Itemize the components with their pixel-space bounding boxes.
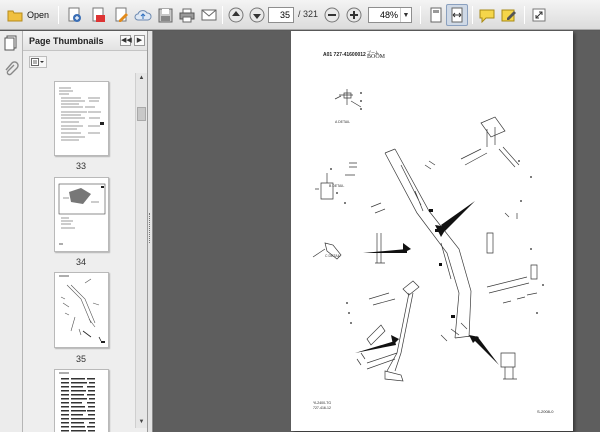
- zoom-in-button[interactable]: [343, 4, 365, 26]
- cloud-upload-button[interactable]: [132, 4, 154, 26]
- page-thumbnails-tab[interactable]: [3, 34, 20, 51]
- options-menu-icon: [31, 58, 44, 66]
- page-35-preview: [59, 275, 105, 343]
- previous-page-button[interactable]: [225, 4, 247, 26]
- save-icon: [158, 8, 172, 22]
- print-button[interactable]: [176, 4, 198, 26]
- fit-width-icon: [451, 7, 463, 23]
- paperclip-icon: [5, 61, 19, 76]
- thumbnail-number: 33: [75, 161, 86, 171]
- footer-page-code: S-2008-0: [537, 409, 554, 414]
- scrollbar-thumb[interactable]: [137, 107, 146, 121]
- full-screen-button[interactable]: [528, 4, 550, 26]
- attachments-tab[interactable]: [3, 61, 20, 78]
- document-view[interactable]: A01 727-41600012 ブーム BOOM A DETAIL B DET…: [154, 31, 600, 432]
- pdf-page: A01 727-41600012 ブーム BOOM A DETAIL B DET…: [291, 31, 573, 431]
- arrow-down-icon: [249, 7, 265, 23]
- collapse-panel-button[interactable]: ◀◀: [120, 35, 132, 46]
- page-33-preview: [59, 87, 104, 141]
- edit-pdf-button[interactable]: [110, 4, 132, 26]
- open-label: Open: [26, 10, 50, 20]
- thumbnail-page-35[interactable]: [54, 272, 109, 348]
- close-panel-button[interactable]: ▶: [134, 35, 145, 46]
- fit-width-button[interactable]: [446, 4, 468, 26]
- create-pdf-button[interactable]: [63, 4, 85, 26]
- page-total-label: / 321: [298, 9, 319, 19]
- thumbnail-number: 34: [75, 257, 86, 267]
- boom-exploded-diagram: [312, 89, 544, 382]
- thumbnail-options-button[interactable]: [29, 56, 47, 68]
- comment-icon: [479, 9, 495, 23]
- footer-line-2: 727-416-12: [313, 406, 331, 410]
- thumbnails-panel-header: Page Thumbnails ◀◀ ▶: [23, 31, 147, 51]
- export-pdf-button[interactable]: [87, 4, 109, 26]
- thumbnail-scrollbar[interactable]: ▲ ▼: [135, 73, 147, 428]
- expand-icon: [532, 8, 546, 22]
- zoom-select[interactable]: ▼: [368, 7, 412, 23]
- pen-sign-icon: [501, 9, 516, 21]
- export-pdf-icon: [92, 7, 105, 22]
- scroll-down-arrow[interactable]: ▼: [136, 417, 147, 428]
- fit-page-icon: [430, 7, 442, 23]
- page-36-preview: [59, 372, 95, 432]
- sign-button[interactable]: [498, 4, 520, 26]
- minus-circle-icon: [324, 7, 340, 23]
- thumbnail-page-36[interactable]: [54, 369, 109, 432]
- next-page-button[interactable]: [246, 4, 268, 26]
- thumbnails-panel: Page Thumbnails ◀◀ ▶ 33 34 35 ▲ ▼: [23, 31, 148, 432]
- folder-icon: [7, 10, 23, 21]
- thumbnail-list: 33 34 35: [23, 73, 135, 432]
- envelope-icon: [201, 9, 217, 21]
- email-button[interactable]: [198, 4, 220, 26]
- pages-icon: [4, 35, 17, 51]
- printer-icon: [179, 8, 195, 22]
- thumbnail-page-34[interactable]: [54, 177, 109, 252]
- open-button[interactable]: Open: [2, 4, 54, 26]
- comment-button[interactable]: [476, 4, 498, 26]
- zoom-out-button[interactable]: [321, 4, 343, 26]
- arrow-up-icon: [228, 7, 244, 23]
- save-button[interactable]: [154, 4, 176, 26]
- chevron-down-icon[interactable]: ▼: [400, 8, 411, 22]
- scroll-up-arrow[interactable]: ▲: [136, 73, 147, 84]
- thumbnail-number: 35: [75, 354, 86, 364]
- fit-page-button[interactable]: [425, 4, 447, 26]
- thumbnail-page-33[interactable]: [54, 81, 109, 156]
- zoom-input[interactable]: [369, 8, 400, 22]
- main-toolbar: Open / 321 ▼: [0, 0, 600, 30]
- create-pdf-icon: [68, 7, 81, 22]
- cloud-upload-icon: [134, 10, 152, 21]
- edit-pdf-icon: [115, 7, 128, 22]
- plus-circle-icon: [346, 7, 362, 23]
- navigation-pane-strip: [0, 31, 23, 432]
- panel-title: Page Thumbnails: [29, 36, 104, 46]
- panel-splitter[interactable]: [148, 31, 153, 432]
- page-number-input[interactable]: [268, 7, 294, 23]
- page-34-preview: [58, 183, 106, 245]
- footer-line-1: YL2400-TG: [313, 401, 332, 405]
